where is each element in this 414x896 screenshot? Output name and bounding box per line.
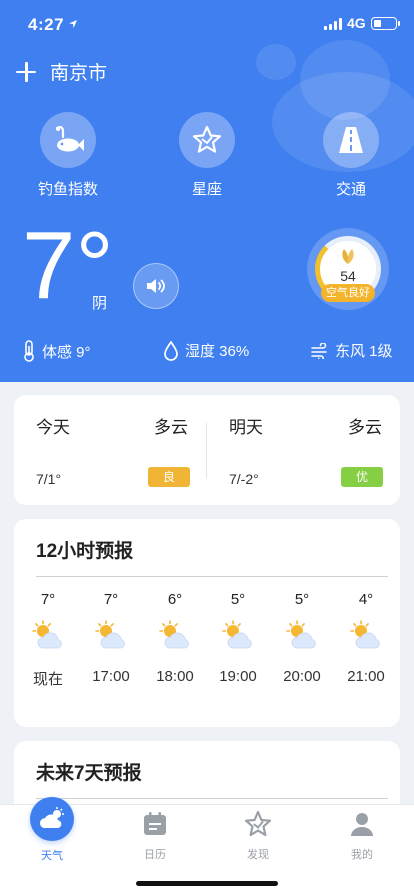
- hourly-temp: 7°: [103, 591, 119, 608]
- hourly-item[interactable]: 6° 18:00: [143, 591, 207, 685]
- two-day-card[interactable]: 今天 多云 7/1° 良 明天 多云 7/-2° 优: [14, 395, 400, 505]
- partly-cloudy-icon: [157, 620, 193, 652]
- hourly-item[interactable]: 7° 现在: [16, 591, 80, 689]
- tab-weather[interactable]: 天气: [12, 797, 92, 863]
- aqi-label: 空气良好: [321, 284, 375, 302]
- hourly-temp: 4°: [358, 591, 374, 608]
- battery-icon: [371, 17, 400, 30]
- weekly-title: 未来7天预报: [36, 763, 142, 784]
- feature-constellation[interactable]: 星座: [162, 112, 252, 199]
- air-quality-badge: 优: [341, 467, 383, 487]
- current-condition: 阴: [92, 295, 108, 312]
- city-name: 南京市: [50, 63, 108, 84]
- tab-label: 日历: [144, 849, 166, 861]
- tab-calendar[interactable]: 日历: [115, 811, 195, 862]
- hourly-item[interactable]: 7° 17:00: [79, 591, 143, 685]
- feature-label: 交通: [335, 181, 366, 198]
- status-time: 4:27: [28, 15, 65, 34]
- hourly-item[interactable]: 5° 20:00: [270, 591, 334, 685]
- tab-discover[interactable]: 发现: [218, 810, 298, 862]
- feature-label: 钓鱼指数: [37, 181, 98, 198]
- day-condition: 多云: [348, 418, 382, 437]
- water-drop-icon: [164, 340, 178, 361]
- day-name: 明天: [229, 418, 263, 437]
- feels-like: 体感 9°: [22, 340, 91, 362]
- hourly-time: 20:00: [283, 668, 321, 685]
- traffic-icon: [323, 112, 379, 168]
- wind-text: 东风 1级: [335, 343, 393, 360]
- day-name: 今天: [36, 418, 70, 437]
- leaf-icon: [342, 249, 354, 264]
- fishing-icon: [40, 112, 96, 168]
- day-condition: 多云: [154, 418, 188, 437]
- aqi-value: 54: [340, 268, 356, 284]
- background-cloud: [256, 44, 296, 80]
- hourly-time: 21:00: [347, 668, 385, 685]
- day-temp-range: 7/-2°: [229, 471, 259, 487]
- hourly-item[interactable]: 5° 19:00: [206, 591, 270, 685]
- hourly-time: 现在: [32, 671, 63, 688]
- weather-hero: 4:27 4G 南京市 钓鱼指数 星座 交通 7° 阴 54 空气良好 体感 9…: [0, 0, 414, 382]
- tab-label: 发现: [247, 849, 269, 861]
- wind-icon: [311, 342, 327, 359]
- home-indicator: [136, 881, 278, 886]
- humidity-text: 湿度 36%: [185, 343, 250, 360]
- hourly-temp: 5°: [294, 591, 310, 608]
- tab-label: 天气: [41, 850, 63, 862]
- air-quality-badge: 良: [148, 467, 190, 487]
- tab-profile[interactable]: 我的: [322, 811, 402, 862]
- today-summary[interactable]: 今天 多云 7/1° 良: [14, 395, 200, 503]
- hourly-temp: 6°: [167, 591, 183, 608]
- feature-label: 星座: [191, 181, 222, 198]
- feature-fishing[interactable]: 钓鱼指数: [23, 112, 113, 199]
- location-arrow-icon: [69, 20, 77, 28]
- thermometer-icon: [24, 340, 34, 362]
- hourly-temp: 7°: [40, 591, 56, 608]
- hourly-time: 19:00: [219, 668, 257, 685]
- partly-cloudy-icon: [284, 620, 320, 652]
- profile-icon: [351, 813, 373, 836]
- city-selector[interactable]: 南京市: [16, 58, 107, 85]
- partly-cloudy-icon: [220, 620, 256, 652]
- divider: [36, 576, 388, 577]
- humidity: 湿度 36%: [163, 340, 249, 361]
- tomorrow-summary[interactable]: 明天 多云 7/-2° 优: [207, 395, 393, 503]
- network-type: 4G: [347, 15, 366, 31]
- hourly-time: 17:00: [92, 668, 130, 685]
- voice-broadcast-button[interactable]: [133, 263, 179, 309]
- feels-like-text: 体感 9°: [42, 343, 91, 361]
- hourly-forecast-card[interactable]: 12小时预报 7° 现在 7° 17:00 6° 18:00 5° 19:00 5° 20:00 4…: [14, 519, 400, 727]
- hourly-time: 18:00: [156, 668, 194, 685]
- hourly-title: 12小时预报: [36, 541, 134, 562]
- background-cloud: [300, 40, 390, 120]
- cellular-signal-icon: [324, 18, 342, 30]
- add-city-icon[interactable]: [16, 61, 36, 82]
- hourly-item[interactable]: 4° 21:00: [334, 591, 398, 685]
- feature-traffic[interactable]: 交通: [306, 112, 396, 199]
- calendar-icon: [144, 812, 166, 835]
- constellation-icon: [179, 112, 235, 168]
- status-bar: 4:27 4G: [0, 0, 414, 48]
- partly-cloudy-icon: [348, 620, 384, 652]
- partly-cloudy-icon: [93, 620, 129, 652]
- divider: [36, 798, 388, 799]
- speaker-icon: [147, 279, 165, 293]
- wind: 东风 1级: [311, 340, 393, 361]
- partly-cloudy-icon: [30, 620, 66, 652]
- weather-icon: [30, 797, 74, 841]
- tab-label: 我的: [351, 849, 373, 861]
- hourly-temp: 5°: [230, 591, 246, 608]
- day-temp-range: 7/1°: [36, 471, 62, 487]
- discover-icon: [244, 810, 272, 837]
